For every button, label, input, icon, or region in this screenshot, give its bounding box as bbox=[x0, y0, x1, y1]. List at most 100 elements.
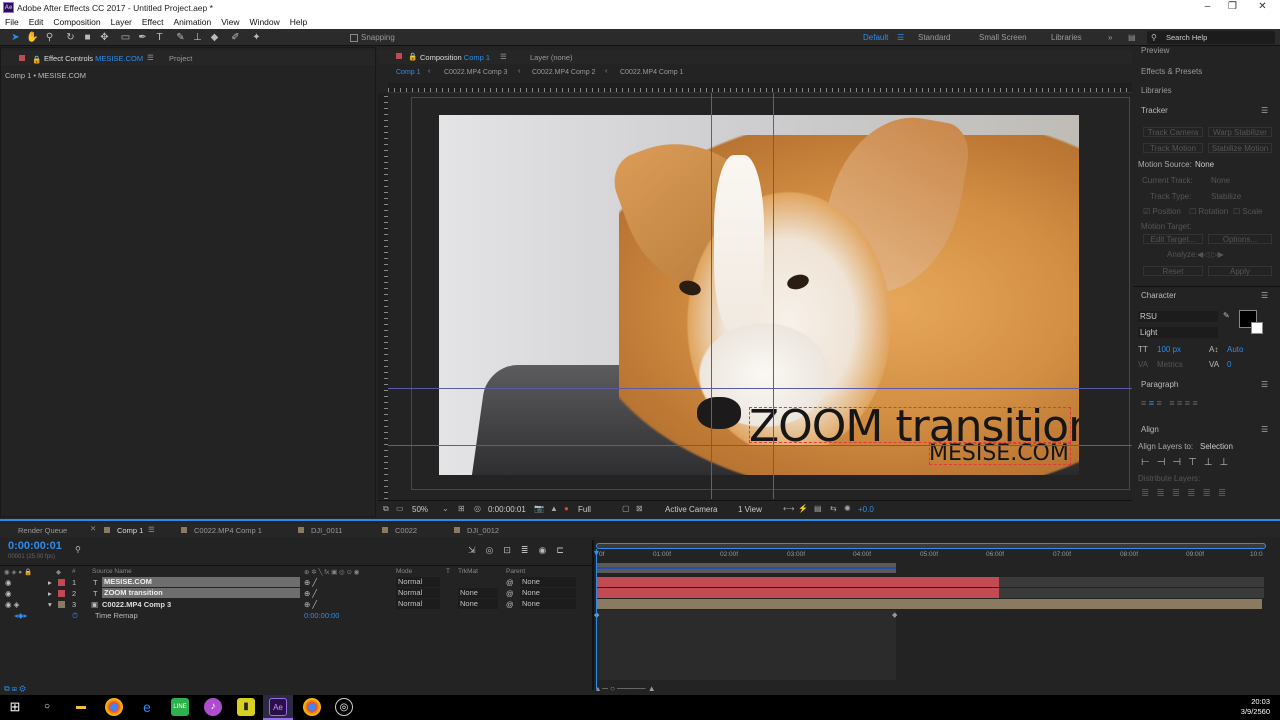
align-menu-icon[interactable]: ☰ bbox=[1261, 425, 1268, 434]
scale-checkbox[interactable]: ☐ Scale bbox=[1233, 207, 1262, 216]
source-name-header[interactable]: Source Name bbox=[92, 568, 132, 575]
show-snapshot-icon[interactable]: ▲ bbox=[550, 504, 558, 513]
video-visibility-icon[interactable]: ◉ bbox=[5, 589, 12, 598]
panel-menu-icon[interactable]: ☰ bbox=[147, 53, 154, 62]
kerning-value[interactable]: Metrics bbox=[1157, 360, 1183, 369]
layer-row[interactable]: ◉ ◈ ▾ 3 ▣ C0022.MP4 Comp 3 ⊕ ╱ Normal No… bbox=[0, 599, 592, 610]
menu-effect[interactable]: Effect bbox=[137, 15, 169, 29]
flowchart-icon[interactable]: ⇆ bbox=[830, 504, 837, 513]
file-explorer-icon[interactable]: ▬ bbox=[72, 698, 90, 716]
align-layers-to-select[interactable]: Selection bbox=[1200, 442, 1233, 451]
chrome-profile-icon[interactable] bbox=[303, 698, 321, 716]
layer-switches-icon[interactable]: ⊕ ╱ bbox=[304, 589, 317, 598]
layer-bar[interactable] bbox=[596, 577, 999, 587]
layer-name[interactable]: MESISE.COM bbox=[102, 577, 300, 587]
property-value[interactable]: 0:00:00:00 bbox=[304, 611, 339, 620]
snapping-checkbox[interactable] bbox=[350, 34, 358, 42]
type-tool-icon[interactable]: T bbox=[153, 31, 166, 44]
parent-pickwhip-icon[interactable]: @ bbox=[506, 578, 514, 587]
viewer-menu-icon[interactable]: ☰ bbox=[500, 52, 507, 61]
edit-target-button[interactable]: Edit Target... bbox=[1143, 234, 1203, 244]
layer-parent-select[interactable]: None bbox=[520, 588, 576, 598]
taskbar-active-app[interactable]: Ae bbox=[263, 695, 293, 720]
playhead-icon[interactable]: ▼ bbox=[592, 548, 601, 558]
layer-label-color[interactable] bbox=[58, 579, 65, 586]
parent-header[interactable]: Parent bbox=[506, 568, 525, 575]
layer-mode-select[interactable]: Normal bbox=[396, 588, 440, 598]
chrome-icon[interactable] bbox=[105, 698, 123, 716]
align-header[interactable]: Align bbox=[1141, 425, 1159, 434]
settings-app-icon[interactable]: ◎ bbox=[335, 698, 353, 716]
vertical-guide[interactable] bbox=[711, 93, 712, 499]
expand-arrow-icon[interactable]: ▸ bbox=[48, 589, 52, 598]
menu-help[interactable]: Help bbox=[285, 15, 312, 29]
exposure-value[interactable]: +0.0 bbox=[858, 505, 874, 514]
selection-tool-icon[interactable]: ➤ bbox=[9, 31, 22, 44]
tracking-value[interactable]: 0 bbox=[1227, 360, 1231, 369]
fast-previews-icon[interactable]: ⚡ bbox=[798, 504, 808, 513]
always-preview-icon[interactable]: ⧉ bbox=[383, 504, 389, 514]
tab-effect-controls[interactable]: Effect Controls MESISE.COM bbox=[44, 54, 143, 63]
tab-layer[interactable]: Layer (none) bbox=[530, 53, 573, 62]
brush-tool-icon[interactable]: ✎ bbox=[174, 31, 187, 44]
mask-visibility-icon[interactable]: ▭ bbox=[396, 504, 404, 513]
pan-behind-tool-icon[interactable]: ✥ bbox=[98, 31, 111, 44]
align-buttons-icon[interactable]: ⊢⊣⊣⊤⊥⊥ bbox=[1141, 457, 1235, 468]
effects-presets-header[interactable]: Effects & Presets bbox=[1141, 67, 1202, 76]
layer-name[interactable]: C0022.MP4 Comp 3 bbox=[102, 600, 171, 609]
horizontal-guide[interactable] bbox=[388, 445, 1132, 446]
tracker-header[interactable]: Tracker bbox=[1141, 106, 1168, 115]
collapse-arrow-icon[interactable]: ▾ bbox=[48, 600, 52, 609]
magnification-select[interactable]: 50% bbox=[412, 505, 428, 514]
tab-render-queue[interactable]: Render Queue bbox=[18, 526, 67, 535]
position-checkbox[interactable]: ☑ Position bbox=[1143, 207, 1181, 216]
stroke-color-swatch[interactable] bbox=[1251, 322, 1263, 334]
viewer-timecode[interactable]: 0:00:00:01 bbox=[488, 505, 526, 514]
timeline-bottom-icons[interactable]: ⧉ ⊞ ⚙ bbox=[4, 684, 26, 694]
keyframe-end-icon[interactable]: ◆ bbox=[892, 611, 897, 619]
track-motion-button[interactable]: Track Motion bbox=[1143, 143, 1203, 153]
zoom-tool-icon[interactable]: ⚲ bbox=[43, 31, 56, 44]
zoom-slider[interactable]: ▴ ─ ○ ───── ▲ bbox=[596, 684, 656, 694]
parent-pickwhip-icon[interactable]: @ bbox=[506, 600, 514, 609]
timeline-switches-icons[interactable]: ⇲◎⊡≣◉⊏ bbox=[468, 545, 574, 556]
layer-trkmat-select[interactable]: None bbox=[458, 588, 498, 598]
menu-edit[interactable]: Edit bbox=[24, 15, 49, 29]
composition-canvas[interactable]: ZOOM transition MESISE.COM bbox=[439, 115, 1079, 475]
rectangle-tool-icon[interactable]: ▭ bbox=[119, 31, 132, 44]
keyframe-nav-icon[interactable]: ◂◆▸ bbox=[14, 611, 27, 620]
trkmat-header[interactable]: TrkMat bbox=[458, 568, 478, 575]
music-app-icon[interactable]: ♪ bbox=[204, 698, 222, 716]
tab-dji-0011[interactable]: DJI_0011 bbox=[311, 526, 343, 535]
motion-source-select[interactable]: None bbox=[1195, 160, 1214, 169]
eyedropper-icon[interactable]: ✎ bbox=[1223, 311, 1230, 320]
menu-composition[interactable]: Composition bbox=[48, 15, 105, 29]
rotate-tool-icon[interactable]: ↻ bbox=[64, 31, 77, 44]
layer-parent-select[interactable]: None bbox=[520, 599, 576, 609]
expand-arrow-icon[interactable]: ▸ bbox=[48, 578, 52, 587]
libraries-header[interactable]: Libraries bbox=[1141, 86, 1172, 95]
tab-composition[interactable]: Composition Comp 1 bbox=[420, 53, 490, 62]
rotation-checkbox[interactable]: ☐ Rotation bbox=[1189, 207, 1228, 216]
layer-name[interactable]: ZOOM transition bbox=[102, 588, 300, 598]
font-family-select[interactable]: RSU bbox=[1138, 311, 1218, 322]
tab-project[interactable]: Project bbox=[169, 54, 192, 63]
preview-panel-header[interactable]: Preview bbox=[1141, 46, 1169, 55]
track-type-select[interactable]: Stabilize bbox=[1211, 192, 1241, 201]
layer-parent-select[interactable]: None bbox=[520, 577, 576, 587]
workspace-menu-icon[interactable]: ☰ bbox=[897, 33, 904, 42]
tab-comp-1-menu-icon[interactable]: ☰ bbox=[148, 525, 155, 534]
camera-tool-icon[interactable]: ■ bbox=[81, 31, 94, 44]
paragraph-header[interactable]: Paragraph bbox=[1141, 380, 1178, 389]
tab-c0022-comp-1[interactable]: C0022.MP4 Comp 1 bbox=[194, 526, 262, 535]
paragraph-menu-icon[interactable]: ☰ bbox=[1261, 380, 1268, 389]
tab-close-icon[interactable]: ✕ bbox=[90, 524, 96, 533]
search-help-input[interactable]: ⚲ Search Help bbox=[1147, 31, 1275, 44]
transparency-grid-icon[interactable]: ⊠ bbox=[636, 504, 643, 513]
time-navigator-range[interactable] bbox=[596, 543, 1266, 549]
layer-row[interactable]: ◉ ▸ 2 T ZOOM transition ⊕ ╱ Normal None … bbox=[0, 588, 592, 599]
vertical-ruler[interactable] bbox=[378, 93, 388, 499]
vertical-guide[interactable] bbox=[773, 93, 774, 499]
tab-c0022[interactable]: C0022 bbox=[395, 526, 417, 535]
time-ruler[interactable]: 0f 01:00f 02:00f 03:00f 04:00f 05:00f 06… bbox=[596, 551, 1266, 561]
